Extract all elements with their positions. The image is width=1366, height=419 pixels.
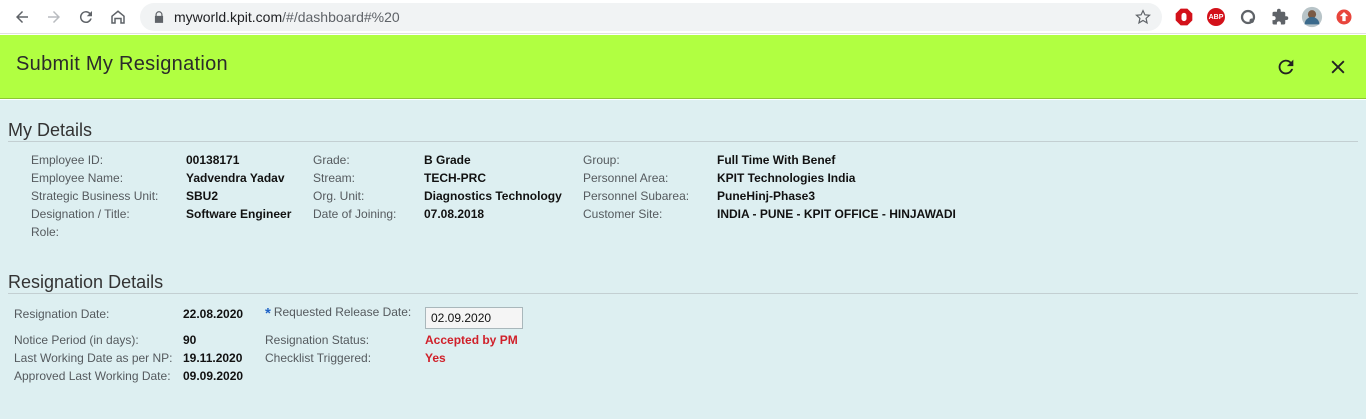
approved-lwd-value: 09.09.2020 xyxy=(183,369,244,383)
close-icon[interactable] xyxy=(1326,55,1350,79)
customer-site-value: INDIA - PUNE - KPIT OFFICE - HINJAWADI xyxy=(717,207,956,221)
reload-icon[interactable] xyxy=(74,5,98,29)
profile-avatar-icon[interactable] xyxy=(1301,6,1323,28)
grade-label: Grade: xyxy=(313,153,350,167)
approved-lwd-label: Approved Last Working Date: xyxy=(14,369,171,383)
designation-label: Designation / Title: xyxy=(31,207,130,221)
update-icon[interactable] xyxy=(1333,6,1355,28)
circle-extension-icon[interactable] xyxy=(1237,6,1259,28)
stop-extension-icon[interactable] xyxy=(1173,6,1195,28)
sbu-value: SBU2 xyxy=(186,189,219,203)
notice-period-label: Notice Period (in days): xyxy=(14,333,139,347)
resignation-date-label: Resignation Date: xyxy=(14,307,110,321)
personnel-area-value: KPIT Technologies India xyxy=(717,171,856,185)
employee-id-label: Employee ID: xyxy=(31,153,104,167)
stream-value: TECH-PRC xyxy=(424,171,486,185)
my-details-title: My Details xyxy=(8,120,93,140)
section-divider xyxy=(8,141,1358,142)
employee-name-label: Employee Name: xyxy=(31,171,124,185)
requested-release-date-input[interactable] xyxy=(425,307,523,329)
group-label: Group: xyxy=(583,153,620,167)
group-value: Full Time With Benef xyxy=(717,153,836,167)
employee-id-value: 00138171 xyxy=(186,153,240,167)
customer-site-label: Customer Site: xyxy=(583,207,663,221)
lwd-np-value: 19.11.2020 xyxy=(183,351,243,365)
adblock-extension-icon[interactable]: ABP xyxy=(1205,6,1227,28)
sbu-label: Strategic Business Unit: xyxy=(31,189,159,203)
doj-value: 07.08.2018 xyxy=(424,207,485,221)
home-icon[interactable] xyxy=(106,5,130,29)
resignation-details-title: Resignation Details xyxy=(8,272,164,292)
grade-value: B Grade xyxy=(424,153,471,167)
requested-release-label: * Requested Release Date: xyxy=(265,305,411,322)
employee-name-value: Yadvendra Yadav xyxy=(186,171,285,185)
refresh-icon[interactable] xyxy=(1274,55,1298,79)
resignation-status-label: Resignation Status: xyxy=(265,333,370,347)
resignation-status-value: Accepted by PM xyxy=(425,333,518,347)
checklist-label: Checklist Triggered: xyxy=(265,351,372,365)
required-asterisk: * xyxy=(265,305,271,322)
role-label: Role: xyxy=(31,225,60,239)
personnel-subarea-label: Personnel Subarea: xyxy=(583,189,690,203)
lock-icon xyxy=(154,11,164,23)
stream-label: Stream: xyxy=(313,171,356,185)
browser-toolbar: myworld.kpit.com/#/dashboard#%20 ABP xyxy=(0,0,1366,34)
checklist-value: Yes xyxy=(425,351,446,365)
lwd-np-label: Last Working Date as per NP: xyxy=(14,351,173,365)
app-header: Submit My Resignation xyxy=(0,35,1366,99)
address-bar[interactable]: myworld.kpit.com/#/dashboard#%20 xyxy=(140,3,1162,31)
org-unit-value: Diagnostics Technology xyxy=(424,189,562,203)
content-panel: My Details Employee ID: 00138171 Employe… xyxy=(0,100,1366,419)
personnel-area-label: Personnel Area: xyxy=(583,171,669,185)
resignation-date-value: 22.08.2020 xyxy=(183,307,244,321)
star-icon[interactable] xyxy=(1134,8,1152,26)
url-text: myworld.kpit.com/#/dashboard#%20 xyxy=(174,9,400,25)
forward-arrow-icon[interactable] xyxy=(42,5,66,29)
section-divider xyxy=(8,293,1358,294)
designation-value: Software Engineer xyxy=(186,207,292,221)
notice-period-value: 90 xyxy=(183,333,197,347)
page-title: Submit My Resignation xyxy=(16,53,228,75)
doj-label: Date of Joining: xyxy=(313,207,397,221)
requested-release-label-text: Requested Release Date: xyxy=(273,305,412,319)
personnel-subarea-value: PuneHinj-Phase3 xyxy=(717,189,816,203)
org-unit-label: Org. Unit: xyxy=(313,189,365,203)
back-arrow-icon[interactable] xyxy=(10,5,34,29)
puzzle-extensions-icon[interactable] xyxy=(1269,6,1291,28)
